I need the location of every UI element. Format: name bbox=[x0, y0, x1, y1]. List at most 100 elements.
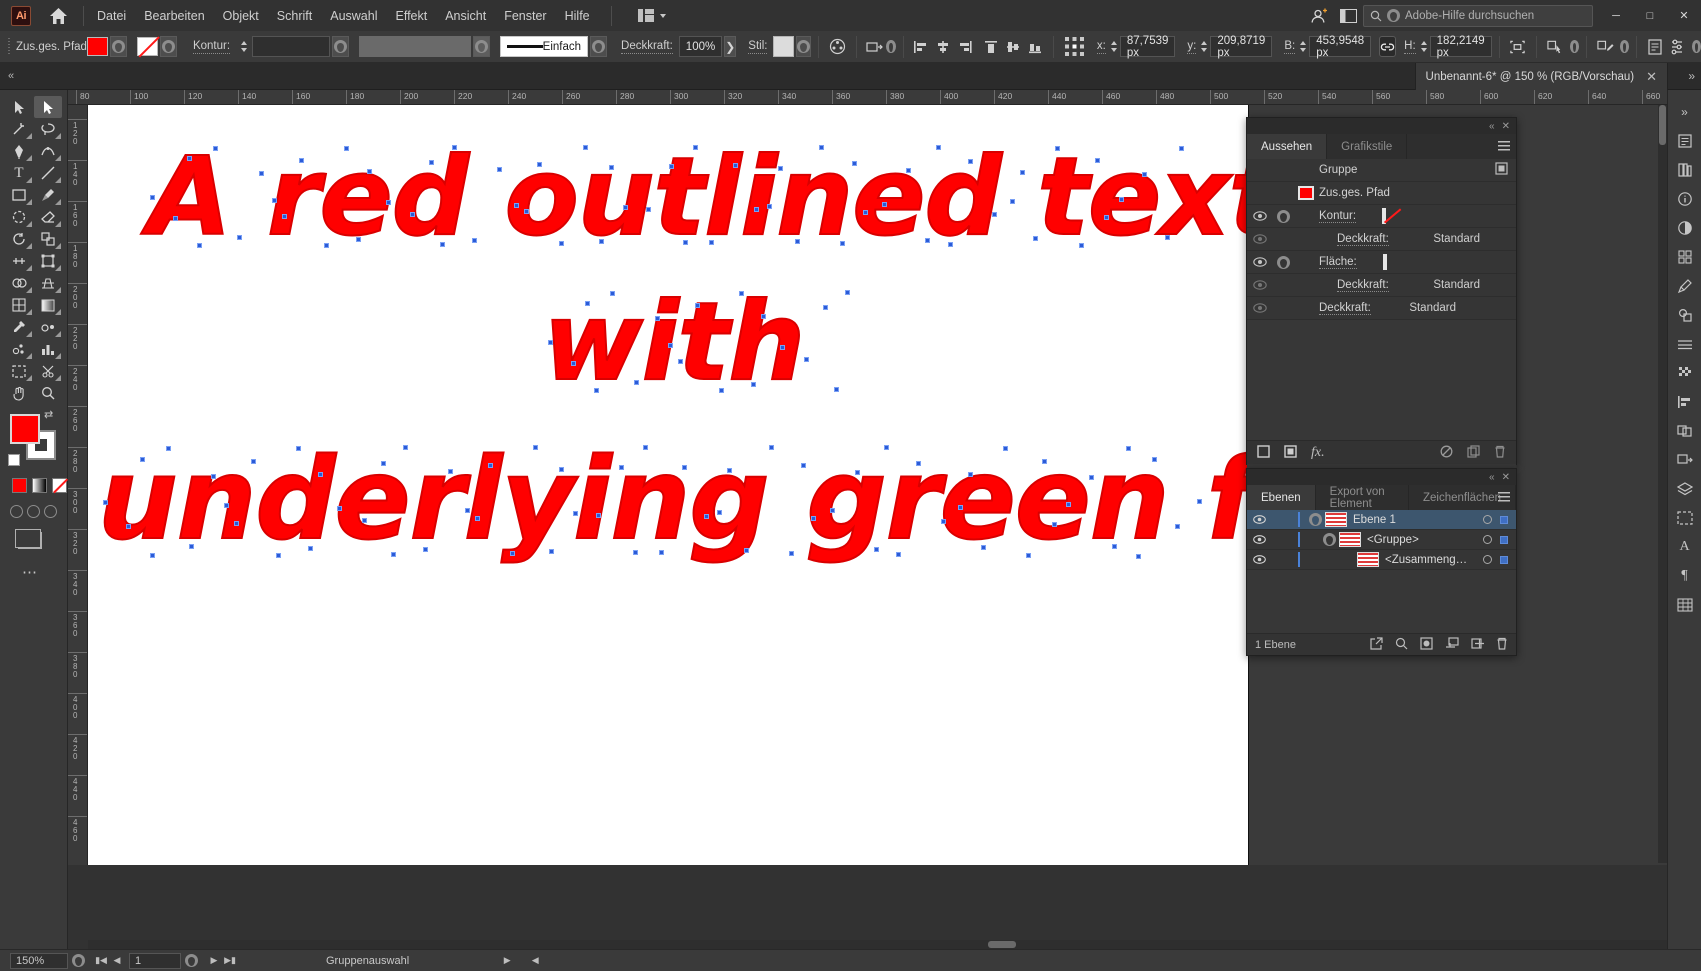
anchor-point[interactable] bbox=[1078, 242, 1084, 248]
anchor-point[interactable] bbox=[210, 474, 216, 480]
menu-auswahl[interactable]: Auswahl bbox=[321, 3, 386, 29]
anchor-point[interactable] bbox=[1151, 457, 1157, 463]
visibility-toggle-icon[interactable] bbox=[1247, 515, 1271, 524]
horizontal-ruler[interactable]: 80 100 120 140 160 180 200 220 240 260 280 300 320 34… bbox=[68, 90, 1701, 105]
delete-item-icon[interactable] bbox=[1494, 445, 1506, 461]
draw-behind-icon[interactable] bbox=[27, 505, 40, 518]
anchor-point[interactable] bbox=[524, 209, 530, 215]
anchor-point[interactable] bbox=[594, 388, 600, 394]
anchor-point[interactable] bbox=[744, 548, 750, 554]
anchor-point[interactable] bbox=[645, 206, 651, 212]
anchor-point[interactable] bbox=[727, 467, 733, 473]
status-scroll-left-icon[interactable]: ◀ bbox=[527, 955, 543, 966]
close-icon[interactable]: ✕ bbox=[1646, 70, 1657, 83]
anchor-point[interactable] bbox=[318, 471, 324, 477]
edit-toolbar-icon[interactable] bbox=[1596, 38, 1614, 55]
make-clipping-mask-icon[interactable] bbox=[1420, 636, 1433, 653]
tool-magic-wand-tool[interactable] bbox=[5, 118, 33, 140]
tool-lasso-tool[interactable] bbox=[34, 118, 62, 140]
tool-scale-tool[interactable] bbox=[34, 228, 62, 250]
control-bar-overflow-icon[interactable] bbox=[1691, 40, 1701, 53]
appearance-row-label[interactable]: Deckkraft: bbox=[1337, 279, 1389, 292]
anchor-point[interactable] bbox=[924, 237, 930, 243]
info-icon[interactable] bbox=[1672, 187, 1698, 211]
anchor-point[interactable] bbox=[940, 519, 946, 525]
add-effect-icon[interactable]: fx. bbox=[1311, 445, 1325, 461]
appearance-row-flaeche[interactable]: Fläche: bbox=[1247, 251, 1516, 274]
anchor-point[interactable] bbox=[596, 513, 601, 519]
stroke-icon[interactable] bbox=[1672, 332, 1698, 356]
stroke-style-control[interactable]: Einfach bbox=[500, 36, 608, 57]
anchor-point[interactable] bbox=[150, 195, 155, 200]
appearance-row-compound-path[interactable]: Zus.ges. Pfad bbox=[1247, 182, 1516, 205]
create-new-layer-icon[interactable] bbox=[1471, 637, 1484, 653]
height-stepper[interactable] bbox=[1420, 37, 1427, 57]
stroke-color-swatch[interactable] bbox=[1382, 208, 1387, 224]
anchor-point[interactable] bbox=[708, 240, 714, 246]
fill-swatch[interactable] bbox=[86, 37, 108, 56]
target-indicator-icon[interactable] bbox=[1483, 555, 1492, 564]
tool-pen-tool[interactable] bbox=[5, 140, 33, 162]
anchor-point[interactable] bbox=[695, 303, 700, 308]
y-field[interactable]: 209,8719 px bbox=[1210, 35, 1273, 59]
collapse-icon[interactable]: « bbox=[1489, 472, 1495, 483]
visibility-toggle-icon[interactable] bbox=[1247, 303, 1273, 313]
search-input[interactable]: Adobe-Hilfe durchsuchen bbox=[1363, 4, 1593, 27]
pathfinder-icon[interactable] bbox=[1672, 419, 1698, 443]
artwork-text-line-3[interactable]: underlying green fill bbox=[97, 434, 1368, 566]
character-icon[interactable]: A bbox=[1672, 535, 1698, 559]
menu-effekt[interactable]: Effekt bbox=[386, 3, 436, 29]
reference-point-icon[interactable] bbox=[1064, 36, 1086, 58]
anchor-point[interactable] bbox=[429, 159, 435, 165]
anchor-point[interactable] bbox=[768, 445, 774, 451]
anchor-point[interactable] bbox=[968, 159, 974, 165]
target-indicator-icon[interactable] bbox=[1483, 535, 1492, 544]
menu-hilfe[interactable]: Hilfe bbox=[556, 3, 599, 29]
share-icon[interactable] bbox=[1303, 0, 1333, 31]
layer-row-ebene-1[interactable]: Ebene 1 bbox=[1247, 510, 1516, 530]
draw-normal-icon[interactable] bbox=[10, 505, 23, 518]
tool-selection-tool[interactable] bbox=[5, 96, 33, 118]
anchor-point[interactable] bbox=[440, 242, 446, 248]
document-setup-icon[interactable] bbox=[1647, 38, 1663, 55]
stroke-dropdown-button[interactable] bbox=[159, 36, 177, 57]
menu-objekt[interactable]: Objekt bbox=[214, 3, 268, 29]
fill-color-box[interactable] bbox=[10, 414, 40, 444]
layers-panel-header[interactable]: « ✕ bbox=[1247, 469, 1516, 485]
tool-rotate-tool[interactable] bbox=[5, 228, 33, 250]
opacity-label[interactable]: Deckkraft: bbox=[621, 40, 673, 54]
anchor-point[interactable] bbox=[598, 239, 604, 245]
stroke-weight-dropdown[interactable] bbox=[332, 36, 350, 57]
anchor-point[interactable] bbox=[1118, 196, 1124, 202]
zoom-dropdown-icon[interactable] bbox=[72, 954, 85, 967]
chevron-down-icon[interactable] bbox=[1319, 533, 1339, 546]
graphic-style-swatch[interactable] bbox=[773, 36, 795, 57]
appearance-row-gruppe[interactable]: Gruppe bbox=[1247, 159, 1516, 182]
anchor-point[interactable] bbox=[307, 545, 313, 551]
visibility-toggle-icon[interactable] bbox=[1247, 555, 1271, 564]
transform-icon[interactable] bbox=[866, 38, 884, 55]
align-right-icon[interactable] bbox=[957, 38, 973, 55]
anchor-point[interactable] bbox=[1020, 169, 1026, 175]
anchor-point[interactable] bbox=[862, 209, 868, 215]
fill-color-control[interactable] bbox=[86, 36, 127, 57]
anchor-point[interactable] bbox=[667, 342, 673, 348]
collapse-dock-icon[interactable]: » bbox=[1672, 100, 1698, 124]
isolate-selected-object-icon[interactable] bbox=[1509, 38, 1526, 55]
anchor-point[interactable] bbox=[1111, 543, 1117, 549]
swap-fill-stroke-icon[interactable]: ⇄ bbox=[44, 408, 53, 421]
tool-line-segment-tool[interactable] bbox=[34, 162, 62, 184]
first-artboard-button[interactable]: ▮◀ bbox=[93, 955, 109, 966]
arrange-documents-icon[interactable] bbox=[1333, 0, 1363, 31]
collapse-icon[interactable]: « bbox=[1489, 121, 1495, 132]
target-indicator-icon[interactable] bbox=[1483, 515, 1492, 524]
control-bar-grip[interactable] bbox=[8, 37, 10, 56]
graphic-style-dropdown[interactable] bbox=[796, 36, 812, 57]
stroke-swatch[interactable] bbox=[136, 37, 158, 56]
anchor-point[interactable] bbox=[258, 171, 264, 177]
home-icon[interactable] bbox=[45, 3, 71, 29]
anchor-point[interactable] bbox=[223, 502, 229, 508]
tool-column-graph-tool[interactable] bbox=[34, 338, 62, 360]
duplicate-item-icon[interactable] bbox=[1467, 444, 1480, 461]
artboard-number-field[interactable]: 1 bbox=[129, 952, 181, 969]
